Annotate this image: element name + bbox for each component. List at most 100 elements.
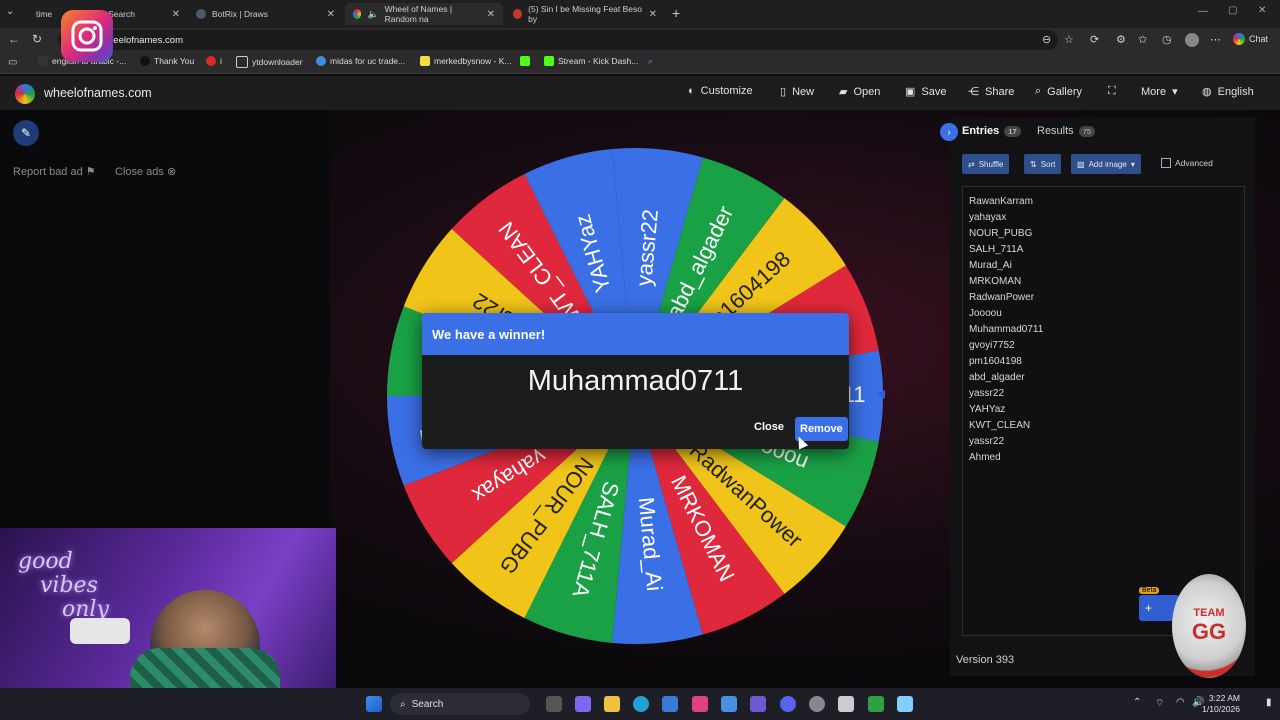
sort-button[interactable]: ⇅ Sort xyxy=(1024,154,1062,174)
extensions-icon[interactable]: ⚙ xyxy=(1116,33,1126,46)
network-icon[interactable]: ⌔ xyxy=(1155,697,1164,710)
tab-entries[interactable]: Entries 17 xyxy=(962,125,1021,137)
bookmark[interactable]: ytdownloader xyxy=(236,56,303,68)
notifications-icon[interactable]: ▮ xyxy=(1266,697,1272,708)
shuffle-button[interactable]: ⇄ Shuffle xyxy=(962,154,1010,174)
fullscreen-icon: ⛶ xyxy=(1108,85,1116,97)
close-icon[interactable]: ✕ xyxy=(649,9,657,20)
new-button[interactable]: ▯ New xyxy=(780,85,814,99)
app-icon[interactable] xyxy=(838,696,854,712)
advanced-label: Advanced xyxy=(1175,158,1213,168)
obs-icon[interactable] xyxy=(809,696,825,712)
bookmark-label: Stream - Kick Dash... xyxy=(558,56,639,66)
tray-chevron-up-icon[interactable]: ⌃ xyxy=(1133,697,1141,708)
clock-date: 1/10/2026 xyxy=(1202,704,1240,714)
close-ads-link[interactable]: Close ads ⊗ xyxy=(115,165,176,178)
tool-label: Sort xyxy=(1040,159,1056,169)
share-button[interactable]: ⋲ Share xyxy=(968,85,1015,99)
customize-button[interactable]: ◐ Customize xyxy=(688,85,753,97)
bookmark[interactable]: merkedbysnow - K... xyxy=(420,56,511,66)
entry-line: gvoyi7752 xyxy=(969,340,1015,351)
collapse-panel-button[interactable]: › xyxy=(940,123,958,141)
entry-line: yahayax xyxy=(969,212,1007,223)
browser-tab-active[interactable]: 🔈 Wheel of Names | Random na ✕ xyxy=(345,3,503,25)
entry-line: Murad_Ai xyxy=(969,260,1012,271)
reader-icon[interactable]: ⊖ xyxy=(1042,33,1051,46)
gallery-button[interactable]: ⌕ Gallery xyxy=(1035,85,1082,98)
store-icon[interactable] xyxy=(662,696,678,712)
entry-line: Joooou xyxy=(969,308,1002,319)
tab-results[interactable]: Results 75 xyxy=(1037,125,1096,137)
results-count-badge: 75 xyxy=(1078,125,1096,137)
discord-icon[interactable] xyxy=(780,696,796,712)
close-icon[interactable]: ✕ xyxy=(172,9,180,20)
favorite-icon[interactable]: ☆ xyxy=(1064,33,1074,46)
maximize-icon[interactable]: ▢ xyxy=(1228,5,1237,16)
language-button[interactable]: ◍ English xyxy=(1202,85,1254,99)
tab-actions-icon[interactable]: ▭ xyxy=(8,57,17,68)
url-bar[interactable]: heelofnames.com xyxy=(58,30,1058,50)
system-clock[interactable]: 3:22 AM 1/10/2026 xyxy=(1202,693,1240,715)
app-icon[interactable] xyxy=(868,696,884,712)
tab-label: Wheel of Names | Random na xyxy=(384,4,453,24)
reload-icon[interactable]: ↻ xyxy=(32,32,42,46)
entries-textarea[interactable]: RawanKarram yahayax NOUR_PUBG SALH_711A … xyxy=(962,186,1245,636)
close-ads-label: Close ads xyxy=(115,166,164,178)
taskbar: ⌕ Search ⌃ ⌔ ◠ 🔊 3:22 AM 1/10/2026 ▮ xyxy=(0,688,1280,720)
tab-list-icon[interactable]: ⌄ xyxy=(6,6,14,17)
app-icon[interactable] xyxy=(750,696,766,712)
save-button[interactable]: ▣ Save xyxy=(905,85,946,99)
add-image-button[interactable]: ▨ Add image ▾ xyxy=(1071,154,1141,174)
close-button[interactable]: Close xyxy=(748,417,790,437)
favorites-icon[interactable]: ✩ xyxy=(1138,33,1147,46)
advanced-checkbox[interactable]: Advanced xyxy=(1161,158,1213,168)
more-button[interactable]: More ▾ xyxy=(1141,85,1178,99)
history-icon[interactable]: ◷ xyxy=(1162,33,1172,46)
close-icon[interactable]: ✕ xyxy=(487,9,495,20)
new-tab-icon[interactable]: + xyxy=(672,5,680,21)
speaker-icon[interactable]: 🔈 xyxy=(367,9,378,20)
taskbar-search[interactable]: ⌕ Search xyxy=(390,693,530,715)
browser-tab[interactable]: (5) Sin I be Missing Feat Beso by ✕ xyxy=(505,3,665,25)
copilot-icon[interactable] xyxy=(721,696,737,712)
entry-line: KWT_CLEAN xyxy=(969,420,1031,431)
minimize-icon[interactable]: — xyxy=(1198,6,1208,17)
open-button[interactable]: ▰ Open xyxy=(839,85,880,99)
plus-icon: + xyxy=(1145,601,1153,615)
kick-bookmark[interactable] xyxy=(520,56,530,66)
bookmark[interactable]: Thank You xyxy=(140,56,194,66)
bookmark[interactable]: midas for uc trade... xyxy=(316,56,405,66)
instagram-glyph-icon xyxy=(71,20,103,52)
file-explorer-icon[interactable] xyxy=(604,696,620,712)
bookmark[interactable]: i xyxy=(206,56,222,66)
browser-tab[interactable]: BotRix | Draws ✕ xyxy=(188,3,343,25)
copilot-chat-button[interactable]: Chat xyxy=(1233,33,1268,45)
bookmark-icon xyxy=(420,56,430,66)
tab-label: Results xyxy=(1037,125,1074,137)
site-brand[interactable]: wheelofnames.com xyxy=(44,86,152,100)
back-icon[interactable]: ← xyxy=(8,32,20,46)
wifi-icon[interactable]: ◠ xyxy=(1176,697,1185,708)
search-icon[interactable]: ⌕ xyxy=(648,56,653,67)
folder-icon: ▰ xyxy=(839,86,848,98)
more-icon[interactable]: ⋯ xyxy=(1210,33,1221,46)
wheel-logo-icon[interactable] xyxy=(15,84,35,104)
entry-line: MRKOMAN xyxy=(969,276,1022,287)
window-close-icon[interactable]: ✕ xyxy=(1258,5,1266,16)
winner-name: Muhammad0711 xyxy=(527,365,744,397)
bookmark[interactable]: Stream - Kick Dash... xyxy=(544,56,638,66)
windows-start-icon[interactable] xyxy=(366,696,382,712)
menu-label: Share xyxy=(985,85,1015,98)
report-bad-ad-link[interactable]: Report bad ad ⚑ xyxy=(13,165,96,178)
task-view-icon[interactable] xyxy=(546,696,562,712)
teams-icon[interactable] xyxy=(575,696,591,712)
fullscreen-button[interactable]: ⛶ xyxy=(1108,85,1116,98)
notepad-icon[interactable] xyxy=(897,696,913,712)
close-icon[interactable]: ✕ xyxy=(327,9,335,20)
app-icon[interactable] xyxy=(692,696,708,712)
edge-icon[interactable] xyxy=(633,696,649,712)
edit-pencil-button[interactable]: ✎ xyxy=(13,120,39,146)
image-icon: ▨ xyxy=(1077,159,1085,169)
profile-avatar[interactable] xyxy=(1185,33,1199,47)
refresh-extension-icon[interactable]: ⟳ xyxy=(1090,33,1099,46)
